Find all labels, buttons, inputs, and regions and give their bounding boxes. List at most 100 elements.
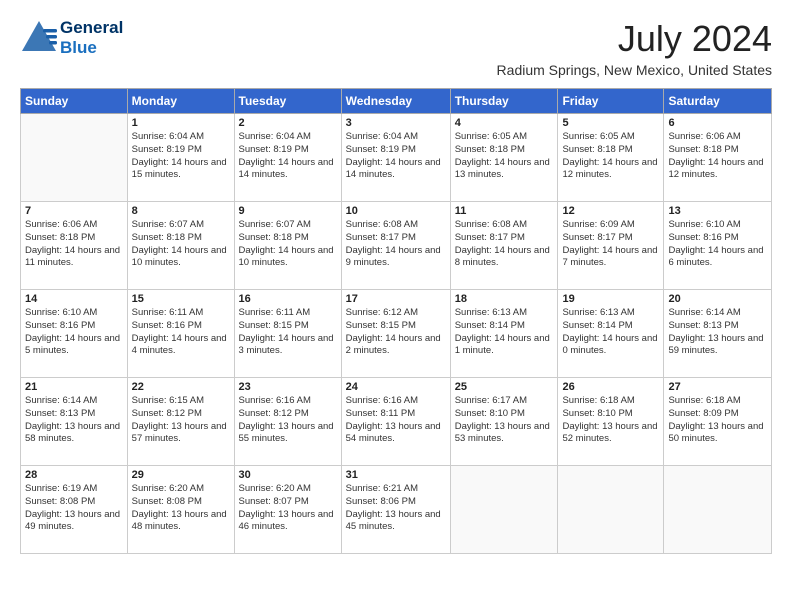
- table-row: 10 Sunrise: 6:08 AMSunset: 8:17 PMDayligh…: [341, 202, 450, 290]
- day-info: Sunrise: 6:17 AMSunset: 8:10 PMDaylight:…: [455, 395, 554, 446]
- table-row: 2Sunrise: 6:04 AMSunset: 8:19 PMDaylight…: [234, 114, 341, 202]
- col-monday: Monday: [127, 89, 234, 114]
- day-number: 21: [25, 381, 123, 393]
- day-info: Sunrise: 6:04 AMSunset: 8:19 PMDaylight:…: [239, 131, 337, 182]
- table-row: [558, 466, 664, 554]
- table-row: 16Sunrise: 6:11 AMSunset: 8:15 PMDayligh…: [234, 290, 341, 378]
- location: Radium Springs, New Mexico, United State…: [497, 62, 772, 78]
- day-info: Sunrise: 6:08 AMSunset: 8:17 PMDaylight:…: [346, 219, 446, 270]
- day-number: 13: [668, 205, 767, 217]
- day-info: Sunrise: 6:09 AMSunset: 8:17 PMDaylight:…: [562, 219, 659, 270]
- day-number: 11: [455, 205, 554, 217]
- calendar-row: 28Sunrise: 6:19 AMSunset: 8:08 PMDayligh…: [21, 466, 772, 554]
- col-tuesday: Tuesday: [234, 89, 341, 114]
- day-number: 23: [239, 381, 337, 393]
- table-row: 4Sunrise: 6:05 AMSunset: 8:18 PMDaylight…: [450, 114, 558, 202]
- day-info: Sunrise: 6:20 AMSunset: 8:08 PMDaylight:…: [132, 483, 230, 534]
- table-row: 27Sunrise: 6:18 AMSunset: 8:09 PMDayligh…: [664, 378, 772, 466]
- day-number: 25: [455, 381, 554, 393]
- table-row: 23 Sunrise: 6:16 AMSunset: 8:12 PMDayligh…: [234, 378, 341, 466]
- col-wednesday: Wednesday: [341, 89, 450, 114]
- table-row: 19 Sunrise: 6:13 AMSunset: 8:14 PMDayligh…: [558, 290, 664, 378]
- day-number: 3: [346, 117, 446, 129]
- calendar-row: 1 Sunrise: 6:04 AMSunset: 8:19 PMDaylight…: [21, 114, 772, 202]
- table-row: [450, 466, 558, 554]
- day-number: 19: [562, 293, 659, 305]
- day-number: 30: [239, 469, 337, 481]
- table-row: 7Sunrise: 6:06 AMSunset: 8:18 PMDaylight…: [21, 202, 128, 290]
- day-number: 15: [132, 293, 230, 305]
- day-number: 29: [132, 469, 230, 481]
- table-row: 13 Sunrise: 6:10 AMSunset: 8:16 PMDayligh…: [664, 202, 772, 290]
- day-info: Sunrise: 6:16 AMSunset: 8:12 PMDaylight:…: [239, 395, 337, 446]
- day-info: Sunrise: 6:18 AMSunset: 8:09 PMDaylight:…: [668, 395, 767, 446]
- table-row: 26 Sunrise: 6:18 AMSunset: 8:10 PMDayligh…: [558, 378, 664, 466]
- logo-blue: Blue: [60, 38, 97, 57]
- day-number: 31: [346, 469, 446, 481]
- day-number: 24: [346, 381, 446, 393]
- day-info: Sunrise: 6:15 AMSunset: 8:12 PMDaylight:…: [132, 395, 230, 446]
- table-row: 28Sunrise: 6:19 AMSunset: 8:08 PMDayligh…: [21, 466, 128, 554]
- table-row: 1 Sunrise: 6:04 AMSunset: 8:19 PMDaylight…: [127, 114, 234, 202]
- table-row: 21 Sunrise: 6:14 AMSunset: 8:13 PMDayligh…: [21, 378, 128, 466]
- day-info: Sunrise: 6:13 AMSunset: 8:14 PMDaylight:…: [562, 307, 659, 358]
- table-row: 6Sunrise: 6:06 AMSunset: 8:18 PMDaylight…: [664, 114, 772, 202]
- day-number: 20: [668, 293, 767, 305]
- day-number: 18: [455, 293, 554, 305]
- month-title: July 2024: [497, 18, 772, 60]
- logo-general: General: [60, 18, 123, 38]
- day-number: 1: [132, 117, 230, 129]
- day-number: 10: [346, 205, 446, 217]
- day-info: Sunrise: 6:14 AMSunset: 8:13 PMDaylight:…: [25, 395, 123, 446]
- day-number: 16: [239, 293, 337, 305]
- day-info: Sunrise: 6:07 AMSunset: 8:18 PMDaylight:…: [132, 219, 230, 270]
- table-row: 15 Sunrise: 6:11 AMSunset: 8:16 PMDayligh…: [127, 290, 234, 378]
- day-info: Sunrise: 6:11 AMSunset: 8:16 PMDaylight:…: [132, 307, 230, 358]
- table-row: 31 Sunrise: 6:21 AMSunset: 8:06 PMDayligh…: [341, 466, 450, 554]
- day-number: 26: [562, 381, 659, 393]
- table-row: 5 Sunrise: 6:05 AMSunset: 8:18 PMDaylight…: [558, 114, 664, 202]
- table-row: [664, 466, 772, 554]
- table-row: [21, 114, 128, 202]
- day-info: Sunrise: 6:20 AMSunset: 8:07 PMDaylight:…: [239, 483, 337, 534]
- day-info: Sunrise: 6:06 AMSunset: 8:18 PMDaylight:…: [668, 131, 767, 182]
- calendar-header-row: Sunday Monday Tuesday Wednesday Thursday…: [21, 89, 772, 114]
- day-number: 12: [562, 205, 659, 217]
- table-row: 18Sunrise: 6:13 AMSunset: 8:14 PMDayligh…: [450, 290, 558, 378]
- table-row: 22 Sunrise: 6:15 AMSunset: 8:12 PMDayligh…: [127, 378, 234, 466]
- day-info: Sunrise: 6:04 AMSunset: 8:19 PMDaylight:…: [346, 131, 446, 182]
- day-number: 14: [25, 293, 123, 305]
- calendar-row: 21 Sunrise: 6:14 AMSunset: 8:13 PMDayligh…: [21, 378, 772, 466]
- day-info: Sunrise: 6:05 AMSunset: 8:18 PMDaylight:…: [562, 131, 659, 182]
- logo: General Blue: [20, 18, 123, 58]
- title-area: July 2024 Radium Springs, New Mexico, Un…: [497, 18, 772, 78]
- table-row: 20Sunrise: 6:14 AMSunset: 8:13 PMDayligh…: [664, 290, 772, 378]
- table-row: 17 Sunrise: 6:12 AMSunset: 8:15 PMDayligh…: [341, 290, 450, 378]
- day-info: Sunrise: 6:12 AMSunset: 8:15 PMDaylight:…: [346, 307, 446, 358]
- day-info: Sunrise: 6:18 AMSunset: 8:10 PMDaylight:…: [562, 395, 659, 446]
- day-number: 17: [346, 293, 446, 305]
- table-row: 9Sunrise: 6:07 AMSunset: 8:18 PMDaylight…: [234, 202, 341, 290]
- table-row: 8 Sunrise: 6:07 AMSunset: 8:18 PMDaylight…: [127, 202, 234, 290]
- table-row: 24 Sunrise: 6:16 AMSunset: 8:11 PMDayligh…: [341, 378, 450, 466]
- page: General Blue July 2024 Radium Springs, N…: [0, 0, 792, 564]
- day-info: Sunrise: 6:07 AMSunset: 8:18 PMDaylight:…: [239, 219, 337, 270]
- table-row: 30 Sunrise: 6:20 AMSunset: 8:07 PMDayligh…: [234, 466, 341, 554]
- day-number: 5: [562, 117, 659, 129]
- logo-icon: [20, 19, 58, 57]
- col-thursday: Thursday: [450, 89, 558, 114]
- day-info: Sunrise: 6:10 AMSunset: 8:16 PMDaylight:…: [668, 219, 767, 270]
- day-info: Sunrise: 6:21 AMSunset: 8:06 PMDaylight:…: [346, 483, 446, 534]
- day-info: Sunrise: 6:05 AMSunset: 8:18 PMDaylight:…: [455, 131, 554, 182]
- day-info: Sunrise: 6:16 AMSunset: 8:11 PMDaylight:…: [346, 395, 446, 446]
- table-row: 12 Sunrise: 6:09 AMSunset: 8:17 PMDayligh…: [558, 202, 664, 290]
- day-info: Sunrise: 6:04 AMSunset: 8:19 PMDaylight:…: [132, 131, 230, 182]
- col-sunday: Sunday: [21, 89, 128, 114]
- day-number: 22: [132, 381, 230, 393]
- table-row: 11Sunrise: 6:08 AMSunset: 8:17 PMDayligh…: [450, 202, 558, 290]
- table-row: 29 Sunrise: 6:20 AMSunset: 8:08 PMDayligh…: [127, 466, 234, 554]
- day-info: Sunrise: 6:19 AMSunset: 8:08 PMDaylight:…: [25, 483, 123, 534]
- day-info: Sunrise: 6:06 AMSunset: 8:18 PMDaylight:…: [25, 219, 123, 270]
- calendar-row: 7Sunrise: 6:06 AMSunset: 8:18 PMDaylight…: [21, 202, 772, 290]
- day-number: 8: [132, 205, 230, 217]
